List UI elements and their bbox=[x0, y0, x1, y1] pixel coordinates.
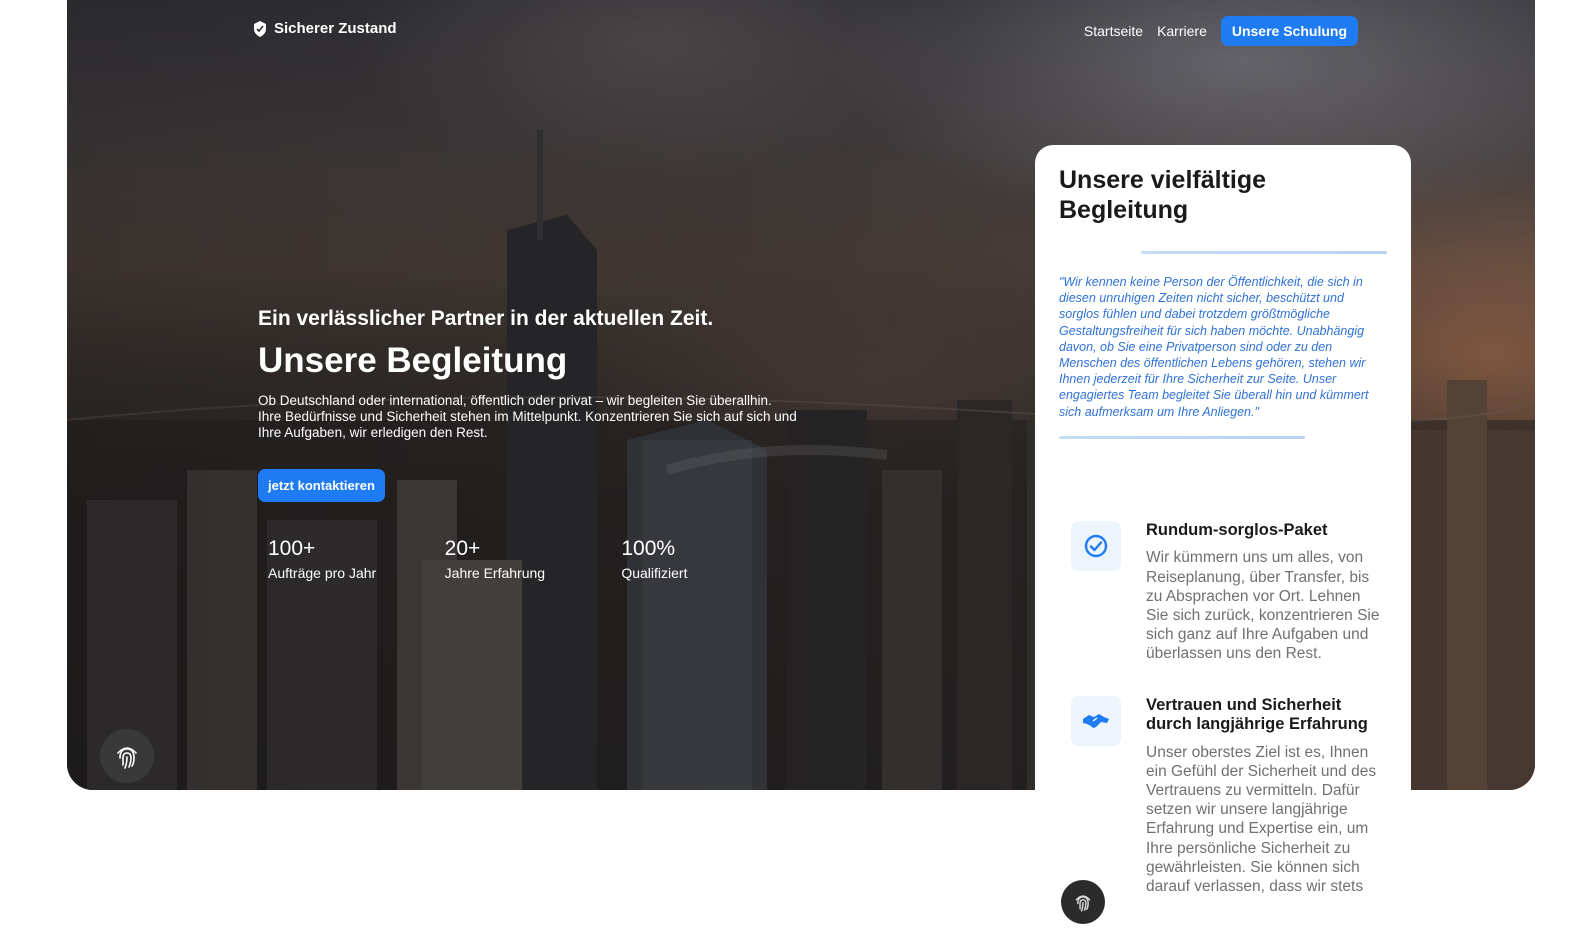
hero-content: Ein verlässlicher Partner in der aktuell… bbox=[258, 305, 798, 582]
feature-item-vertrauen: Vertrauen und Sicherheit durch langjähri… bbox=[1071, 695, 1387, 897]
fingerprint-button[interactable] bbox=[100, 729, 154, 783]
shield-logo-icon bbox=[254, 20, 266, 37]
brand-name: Sicherer Zustand bbox=[274, 20, 397, 37]
stats-row: 100+ Aufträge pro Jahr 20+ Jahre Erfahru… bbox=[258, 536, 798, 582]
nav-link-karriere[interactable]: Karriere bbox=[1157, 23, 1207, 39]
quote-divider-top bbox=[1141, 251, 1387, 254]
nav-schulung-button[interactable]: Unsere Schulung bbox=[1220, 16, 1358, 46]
fingerprint-icon bbox=[1075, 895, 1091, 912]
stat-value: 100% bbox=[621, 537, 676, 560]
feature-text: Unser oberstes Ziel ist es, Ihnen ein Ge… bbox=[1146, 743, 1377, 895]
feature-text: Wir kümmern uns um alles, von Reiseplanu… bbox=[1146, 549, 1380, 663]
hero-eyebrow: Ein verlässlicher Partner in der aktuell… bbox=[258, 307, 714, 330]
feature-item-sorglos: Rundum-sorglos-Paket Wir kümmern uns um … bbox=[1071, 520, 1387, 664]
stat-experience: 20+ Jahre Erfahrung bbox=[445, 536, 622, 582]
brand-logo[interactable]: Sicherer Zustand bbox=[253, 20, 397, 37]
stat-label: Aufträge pro Jahr bbox=[268, 565, 377, 581]
stat-label: Qualifiziert bbox=[621, 565, 688, 581]
card-title-bold: Unsere bbox=[1059, 166, 1144, 194]
testimonial-quote: "Wir kennen keine Person der Öffentlichk… bbox=[1059, 275, 1369, 419]
feature-title: Vertrauen und Sicherheit durch langjähri… bbox=[1146, 695, 1368, 734]
feature-title: Rundum-sorglos-Paket bbox=[1146, 520, 1328, 539]
hero-description: Ob Deutschland oder international, öffen… bbox=[258, 393, 797, 440]
top-navigation: Sicherer Zustand Startseite Karriere Uns… bbox=[67, 0, 1535, 62]
check-circle-icon bbox=[1071, 520, 1121, 571]
contact-button[interactable]: jetzt kontaktieren bbox=[258, 469, 385, 502]
stat-label: Jahre Erfahrung bbox=[444, 565, 546, 581]
floating-fingerprint-button[interactable] bbox=[1061, 880, 1105, 924]
stat-orders: 100+ Aufträge pro Jahr bbox=[268, 536, 445, 582]
fingerprint-icon bbox=[117, 747, 137, 769]
quote-divider-bottom bbox=[1059, 435, 1305, 439]
nav-link-startseite[interactable]: Startseite bbox=[1084, 23, 1143, 39]
nav-links: Startseite Karriere Unsere Schulung bbox=[1084, 16, 1358, 46]
stat-value: 100+ bbox=[268, 537, 316, 560]
stat-value: 20+ bbox=[444, 537, 481, 560]
card-title: Unsere vielfältige Begleitung bbox=[1059, 165, 1387, 225]
stat-qualified: 100% Qualifiziert bbox=[621, 536, 798, 582]
hero-title: Unsere Begleitung bbox=[258, 341, 568, 380]
services-card: Unsere vielfältige Begleitung "Wir kenne… bbox=[1035, 145, 1411, 934]
handshake-icon bbox=[1071, 695, 1121, 746]
page: Sicherer Zustand Startseite Karriere Uns… bbox=[0, 0, 1590, 934]
